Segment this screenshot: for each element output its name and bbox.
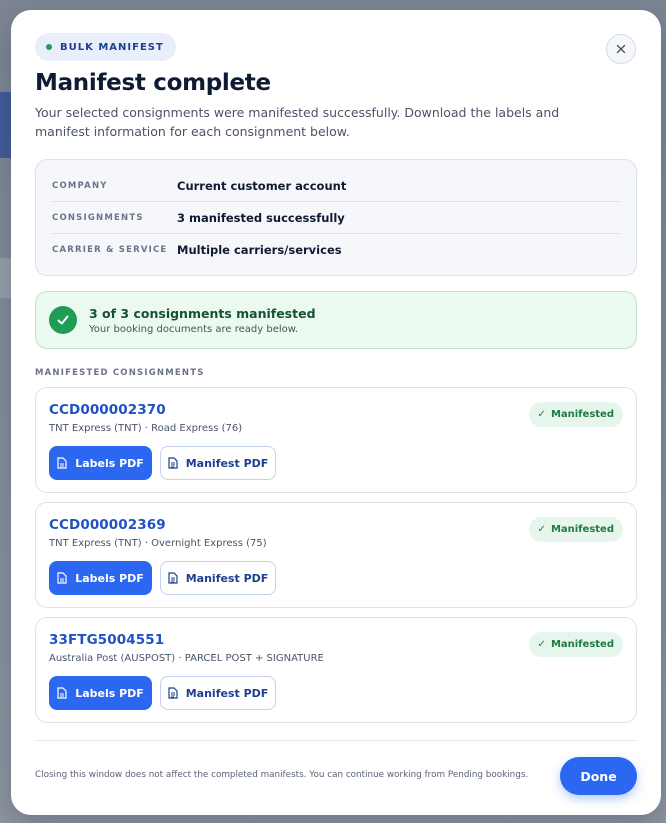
consignment-card: 33FTG5004551 Australia Post (AUSPOST) · … [35, 617, 637, 723]
labels-pdf-button[interactable]: Labels PDF [49, 561, 152, 595]
summary-panel: COMPANY Current customer account CONSIGN… [35, 159, 637, 276]
manifest-pdf-button[interactable]: Manifest PDF [160, 446, 276, 480]
summary-value: Current customer account [177, 178, 347, 193]
document-icon [57, 457, 67, 469]
manifest-pdf-label: Manifest PDF [185, 571, 269, 585]
check-icon: ✓ [537, 639, 546, 650]
status-badge: ✓ Manifested [528, 402, 623, 427]
bulk-manifest-badge: BULK MANIFEST [35, 33, 176, 61]
status-label: Manifested [550, 409, 614, 420]
consignment-card: CCD000002369 TNT Express (TNT) · Overnig… [35, 502, 637, 608]
done-button[interactable]: Done [560, 757, 637, 795]
status-dot-icon [46, 44, 52, 50]
labels-pdf-label: Labels PDF [75, 686, 144, 700]
consignment-card: CCD000002370 TNT Express (TNT) · Road Ex… [35, 387, 637, 493]
document-icon [168, 457, 178, 469]
summary-key: CARRIER & SERVICE [52, 244, 168, 255]
summary-key: COMPANY [52, 180, 108, 191]
labels-pdf-button[interactable]: Labels PDF [49, 446, 152, 480]
summary-row-company: COMPANY Current customer account [52, 170, 620, 202]
status-label: Manifested [550, 639, 614, 650]
manifest-pdf-button[interactable]: Manifest PDF [160, 561, 276, 595]
labels-pdf-label: Labels PDF [75, 571, 144, 585]
status-label: Manifested [550, 524, 614, 535]
manifest-pdf-label: Manifest PDF [185, 456, 269, 470]
dialog-title: Manifest complete [35, 70, 271, 96]
consignments-section-label: MANIFESTED CONSIGNMENTS [35, 368, 205, 378]
success-check-icon [49, 306, 77, 334]
close-icon [616, 44, 626, 54]
success-title: 3 of 3 consignments manifested [89, 305, 316, 321]
close-button[interactable] [606, 34, 636, 64]
footer-note: Closing this window does not affect the … [35, 770, 529, 780]
dialog-intro: Your selected consignments were manifest… [35, 105, 560, 139]
badge-label: BULK MANIFEST [60, 41, 164, 53]
manifest-complete-dialog: BULK MANIFEST Manifest complete Your sel… [11, 10, 661, 815]
document-icon [168, 687, 178, 699]
check-icon: ✓ [537, 409, 546, 420]
summary-row-carrier: CARRIER & SERVICE Multiple carriers/serv… [52, 234, 620, 265]
summary-value: 3 manifested successfully [177, 210, 345, 225]
document-icon [57, 572, 67, 584]
manifest-pdf-button[interactable]: Manifest PDF [160, 676, 276, 710]
summary-key: CONSIGNMENTS [52, 212, 144, 223]
labels-pdf-button[interactable]: Labels PDF [49, 676, 152, 710]
document-icon [57, 687, 67, 699]
labels-pdf-label: Labels PDF [75, 456, 144, 470]
document-icon [168, 572, 178, 584]
summary-value: Multiple carriers/services [177, 242, 342, 257]
check-icon: ✓ [537, 524, 546, 535]
consignment-list: CCD000002370 TNT Express (TNT) · Road Ex… [35, 387, 637, 732]
manifest-pdf-label: Manifest PDF [185, 686, 269, 700]
status-badge: ✓ Manifested [528, 632, 623, 657]
footer-divider [35, 740, 637, 741]
summary-row-consignments: CONSIGNMENTS 3 manifested successfully [52, 202, 620, 234]
success-banner: 3 of 3 consignments manifested Your book… [35, 291, 637, 349]
success-subtitle: Your booking documents are ready below. [89, 323, 299, 335]
status-badge: ✓ Manifested [528, 517, 623, 542]
